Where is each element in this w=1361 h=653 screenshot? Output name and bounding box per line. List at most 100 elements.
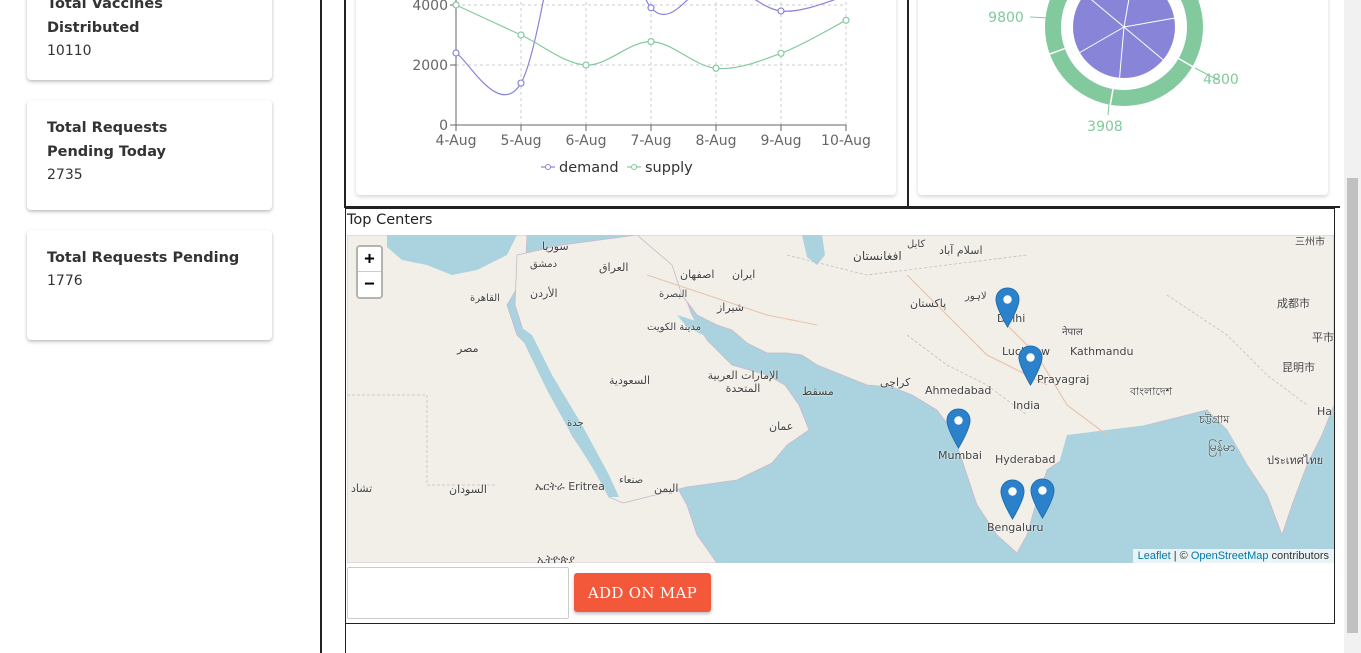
map-label-kuwait: مدينة الكويت	[647, 322, 702, 333]
stat-title: Total Vaccines Distributed	[47, 0, 163, 36]
pie-chart: 9800240048003908	[988, 0, 1239, 135]
map-label-shiraz: شيراز	[717, 301, 744, 314]
x-tick-label: 8-Aug	[696, 133, 737, 149]
map-label-uae: الإمارات العربية المتحدة	[707, 369, 779, 395]
map-label-lahore: لاہور	[965, 291, 987, 302]
map-label-prayagraj: Prayagraj	[1037, 373, 1090, 386]
map-label-jordan: الأردن	[530, 287, 558, 300]
scrollbar-thumb[interactable]	[1347, 178, 1358, 633]
map-label-afghanistan: افغانستان	[853, 249, 902, 263]
place-input[interactable]	[347, 567, 569, 619]
map-pin-icon	[1000, 479, 1025, 520]
map-label-kabul: كابل	[907, 239, 926, 250]
attribution-suffix: contributors	[1268, 550, 1329, 562]
map-label-egypt: مصر	[457, 342, 479, 355]
leaflet-link[interactable]: Leaflet	[1138, 550, 1171, 562]
pie-label: 9800	[988, 10, 1024, 26]
divider-line	[345, 624, 346, 653]
map-label-ping: 平市	[1312, 331, 1334, 344]
data-point-demand[interactable]	[517, 79, 525, 87]
map-label-bengaluru: Bengaluru	[987, 521, 1044, 534]
add-on-map-button[interactable]: ADD ON MAP	[574, 573, 711, 612]
x-tick-label: 7-Aug	[631, 133, 672, 149]
map-label-jeddah: جدة	[567, 418, 584, 429]
map-tiles[interactable]	[347, 235, 1334, 563]
map-label-hyderabad: Hyderabad	[995, 453, 1056, 466]
map-label-myanmar: မြန်မာ	[1208, 440, 1235, 454]
zoom-in-button[interactable]: +	[358, 247, 381, 272]
map-label-sanzhou: 三州市	[1295, 237, 1325, 248]
data-point-demand[interactable]	[647, 4, 655, 12]
map-label-bangladesh: বাংলাদেশ	[1130, 385, 1173, 398]
map-label-oman: عمان	[769, 420, 794, 433]
x-tick-label: 9-Aug	[761, 133, 802, 149]
map-label-syria: سوريا	[542, 240, 569, 253]
pie-chart-card: 9800240048003908	[918, 0, 1328, 195]
x-tick-label: 6-Aug	[566, 133, 607, 149]
data-point-supply[interactable]	[842, 16, 850, 24]
data-point-supply[interactable]	[582, 61, 590, 69]
data-point-demand[interactable]	[777, 7, 785, 15]
map-marker-lucknow[interactable]	[1018, 345, 1043, 386]
map-label-chattogram: চট্টগ্রাম	[1199, 413, 1230, 426]
map-label-sudan: السودان	[449, 483, 487, 496]
data-point-supply[interactable]	[712, 64, 720, 72]
data-point-supply[interactable]	[777, 49, 785, 57]
map-label-kathmandu: Kathmandu	[1070, 345, 1134, 358]
pie-label: 3908	[1087, 119, 1123, 135]
stat-value: 2735	[47, 167, 83, 183]
map-label-nepal: नेपाल	[1062, 327, 1083, 338]
data-point-supply[interactable]	[517, 31, 525, 39]
stat-card-pending-today: Total Requests Pending Today 2735	[27, 100, 272, 210]
stat-card-pending-total: Total Requests Pending 1776	[27, 230, 272, 340]
legend-marker-demand	[545, 164, 551, 170]
legend-label-supply[interactable]: supply	[645, 160, 693, 176]
map-marker-chennai[interactable]	[1030, 478, 1055, 519]
map-label-basra: البصرة	[659, 289, 688, 300]
chart-divider	[907, 0, 909, 206]
top-centers-section: Top Centers سوريا دمشق العراق كابل اسلام…	[345, 208, 1335, 624]
map-pin-icon	[1018, 345, 1043, 386]
page-scrollbar[interactable]	[1344, 0, 1361, 653]
sidebar: Total Vaccines Distributed 10110 Total R…	[0, 0, 322, 653]
pie-label: 4800	[1203, 72, 1239, 88]
zoom-out-button[interactable]: −	[358, 272, 381, 297]
map-label-cairo: القاهرة	[470, 293, 500, 304]
map-label-ha: Ha	[1317, 405, 1333, 418]
section-title: Top Centers	[347, 212, 433, 228]
legend-label-demand[interactable]: demand	[559, 160, 619, 176]
map[interactable]: سوريا دمشق العراق كابل اسلام آباد افغانستان اص…	[347, 235, 1334, 563]
map-label-yemen: اليمن	[654, 482, 679, 495]
main-content: 0 2000 4000 4-Aug 5-Aug 6-Aug 7-Aug 8-Aug 9-Aug 1…	[322, 0, 1340, 653]
map-label-kunming: 昆明市	[1282, 361, 1315, 374]
map-marker-bengaluru[interactable]	[1000, 479, 1025, 520]
stat-value: 10110	[47, 43, 92, 59]
map-pin-icon	[1030, 478, 1055, 519]
map-label-islamabad: اسلام آباد	[939, 244, 983, 257]
map-label-india: India	[1013, 399, 1040, 412]
map-label-muscat: مسقط	[802, 385, 834, 398]
pie-inner[interactable]	[1073, 0, 1175, 78]
map-label-karachi: کراچی	[880, 376, 911, 389]
map-label-eritrea: ኤርትራ Eritrea	[535, 480, 605, 493]
data-point-supply[interactable]	[452, 1, 460, 9]
y-tick-label: 0	[439, 118, 448, 134]
data-point-demand[interactable]	[452, 49, 460, 57]
map-pin-icon	[995, 287, 1020, 328]
stat-title: Total Requests Pending Today	[47, 120, 168, 160]
attribution-sep: | ©	[1170, 550, 1191, 562]
stat-card-vaccines-distributed: Total Vaccines Distributed 10110	[27, 0, 272, 80]
osm-link[interactable]: OpenStreetMap	[1191, 550, 1269, 562]
map-marker-mumbai[interactable]	[946, 408, 971, 449]
stat-title: Total Requests Pending	[47, 250, 240, 266]
map-label-saudi: السعودية	[609, 374, 651, 387]
map-label-mumbai: Mumbai	[938, 449, 982, 462]
data-point-supply[interactable]	[647, 37, 655, 46]
map-marker-delhi[interactable]	[995, 287, 1020, 328]
bay-of-bengal	[1037, 413, 1262, 563]
map-label-thailand: ประเทศไทย	[1267, 454, 1324, 467]
map-label-pakistan: پاکستان	[910, 297, 947, 310]
y-tick-label: 4000	[412, 0, 448, 14]
map-label-chad: تشاد	[351, 482, 373, 495]
legend-marker-supply	[631, 164, 637, 170]
